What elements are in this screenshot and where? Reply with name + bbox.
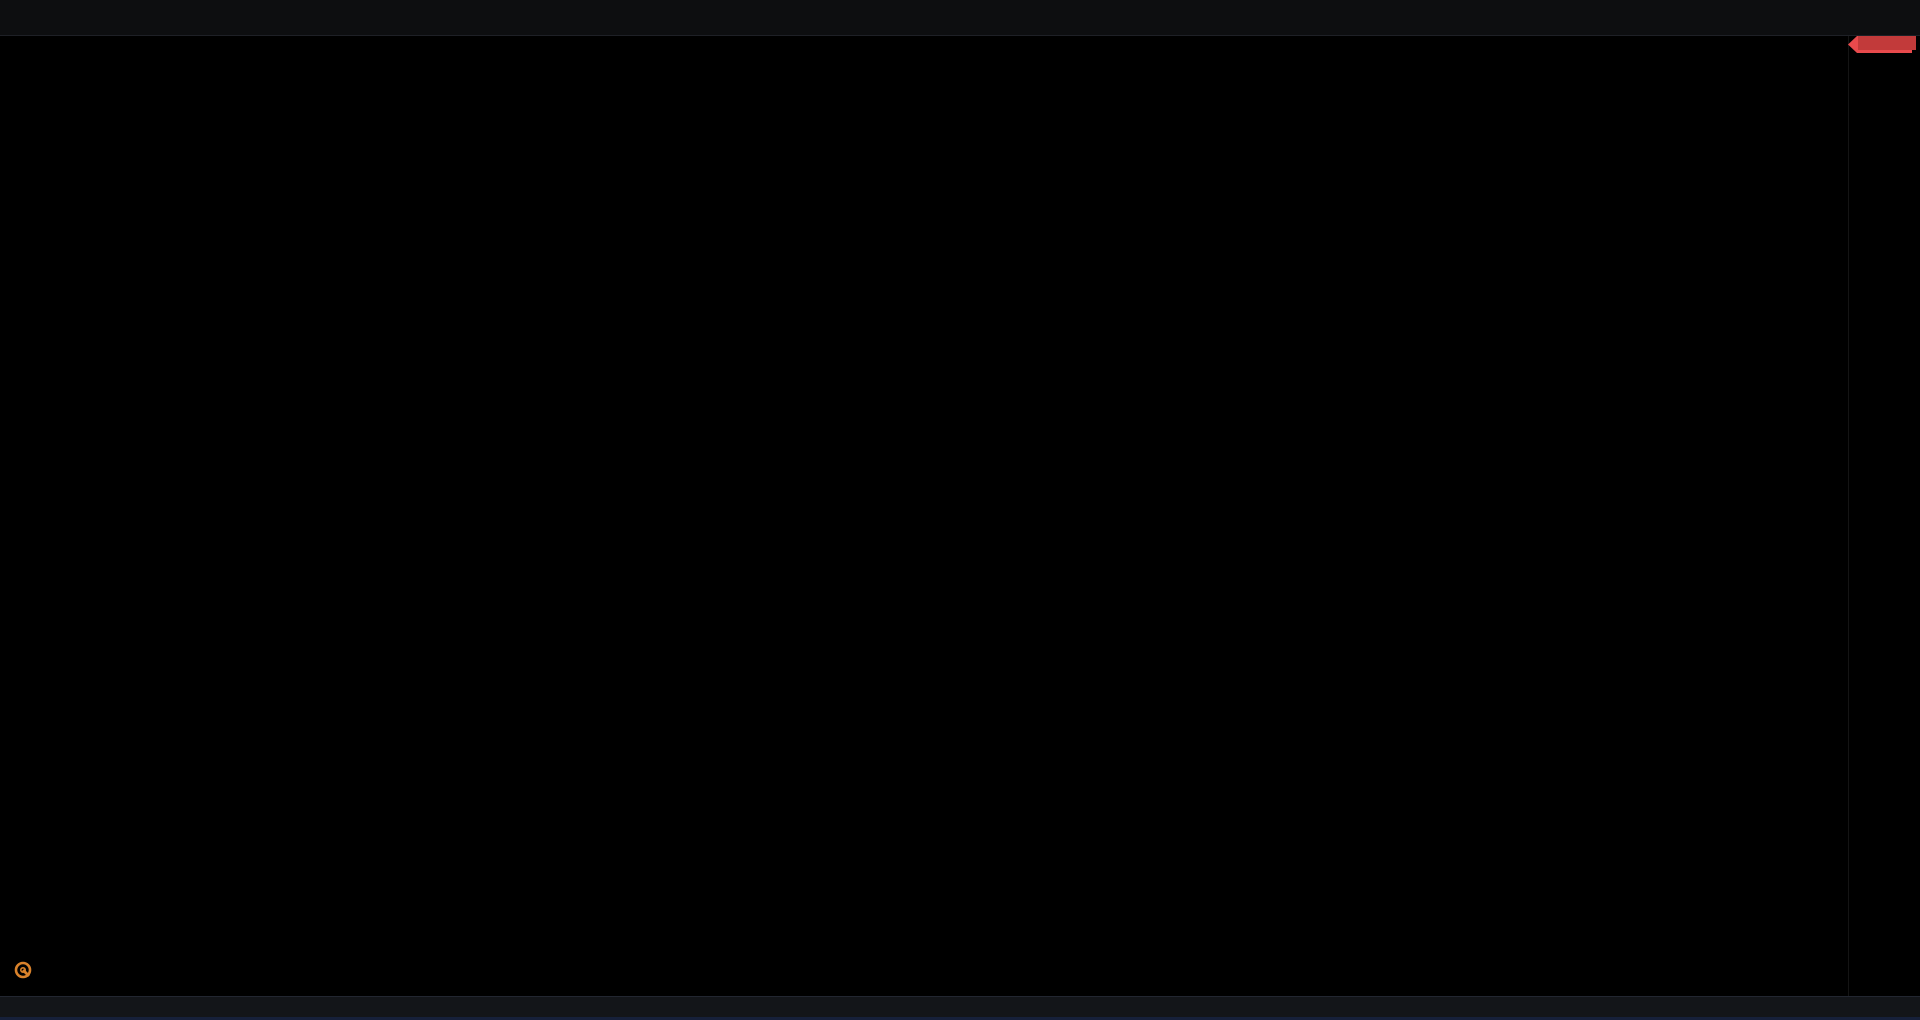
- countdown-timer: [1858, 36, 1916, 50]
- indicator-toolbar: [0, 996, 1920, 1020]
- chart-canvas[interactable]: [0, 0, 1848, 1020]
- price-axis[interactable]: [1848, 36, 1920, 996]
- watermark-link[interactable]: [13, 960, 40, 980]
- qkl123-logo-icon: [13, 960, 33, 980]
- drawing-toolbar: [0, 0, 1920, 36]
- trading-chart-app: [0, 0, 1920, 1020]
